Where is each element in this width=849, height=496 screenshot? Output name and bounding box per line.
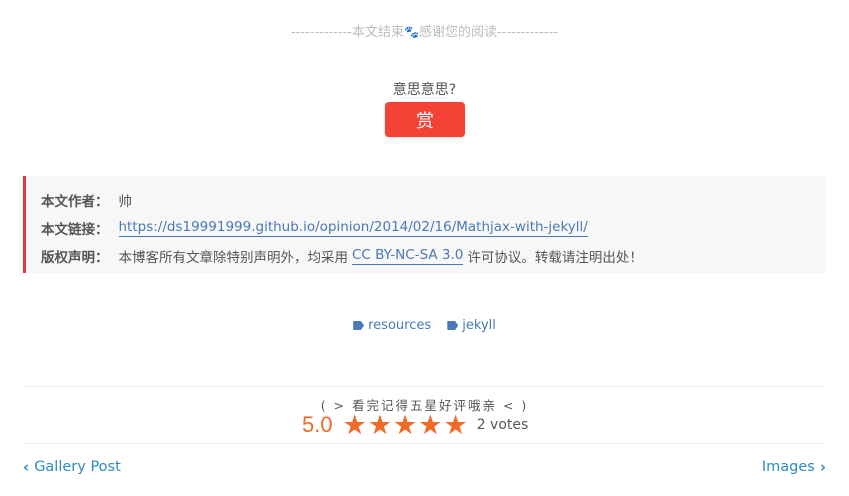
license-link[interactable]: CC BY-NC-SA 3.0 [352, 247, 464, 265]
copyright-author-row: 本文作者： 帅 [41, 186, 826, 214]
post-end-notice: -------------本文结束🐾感谢您的阅读------------- [0, 21, 849, 40]
divider [23, 443, 826, 444]
prev-post-link[interactable]: ‹ Gallery Post [23, 458, 121, 476]
prev-post-label: Gallery Post [34, 459, 121, 475]
star-icon[interactable]: ★ [343, 412, 367, 439]
divider [23, 386, 826, 387]
tag-label: jekyll [462, 318, 496, 333]
end-notice-right: 感谢您的阅读------------- [418, 25, 558, 40]
chevron-right-icon: › [819, 458, 826, 476]
chevron-left-icon: ‹ [23, 458, 30, 476]
next-post-link[interactable]: Images › [762, 458, 826, 476]
next-post-label: Images [761, 459, 815, 475]
author-key: 本文作者： [41, 194, 109, 210]
post-tags: resources jekyll [0, 318, 849, 334]
star-icon[interactable]: ★ [443, 412, 467, 439]
link-key: 本文链接： [41, 222, 109, 238]
paw-icon: 🐾 [404, 25, 419, 39]
author-value: 帅 [118, 194, 133, 210]
license-text-before: 本博客所有文章除特别声明外，均采用 [118, 250, 349, 266]
rating-widget: 5.0 ★ ★ ★ ★ ★ 2 votes [302, 410, 528, 440]
end-notice-left: -------------本文结束 [291, 25, 405, 40]
tag-label: resources [368, 318, 432, 333]
copyright-link-row: 本文链接： https://ds19991999.github.io/opini… [41, 214, 826, 242]
rating-votes: 2 votes [476, 417, 529, 433]
star-icon[interactable]: ★ [418, 412, 442, 439]
tag-link-resources[interactable]: resources [353, 318, 431, 333]
reward-prompt: 意思意思? [392, 82, 457, 98]
tag-link-jekyll[interactable]: jekyll [447, 318, 496, 333]
rating-score: 5.0 [302, 412, 333, 437]
copyright-block: 本文作者： 帅 本文链接： https://ds19991999.github.… [23, 176, 826, 273]
star-icon[interactable]: ★ [368, 412, 392, 439]
copyright-license-row: 版权声明： 本博客所有文章除特别声明外，均采用 CC BY-NC-SA 3.0 … [41, 242, 826, 270]
tag-icon [447, 321, 459, 330]
star-icon[interactable]: ★ [393, 412, 417, 439]
license-key: 版权声明： [41, 250, 109, 266]
reward-button[interactable]: 赏 [385, 102, 465, 137]
post-link[interactable]: https://ds19991999.github.io/opinion/201… [118, 219, 588, 237]
license-text-after: 许可协议。转载请注明出处！ [467, 250, 643, 266]
tag-icon [353, 321, 365, 330]
